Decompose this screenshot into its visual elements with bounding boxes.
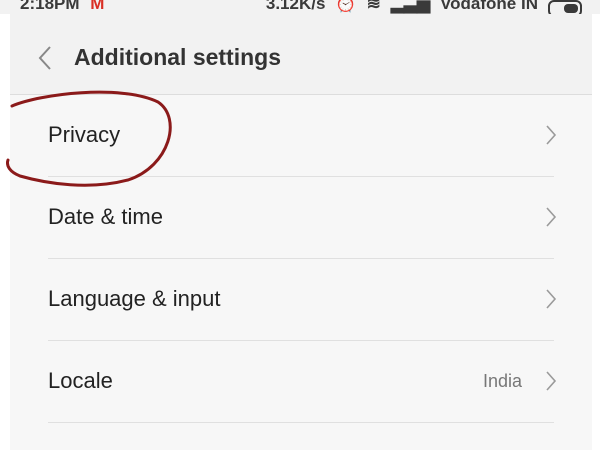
chevron-right-icon	[546, 125, 557, 145]
status-time: 2:18PM	[20, 0, 80, 13]
settings-item-label: Privacy	[48, 122, 121, 147]
wifi-icon: ≋	[366, 0, 381, 13]
settings-item-language-input[interactable]: Language & input	[10, 259, 592, 341]
network-speed: 3.12K/s	[265, 0, 326, 13]
divider	[48, 422, 554, 423]
settings-item-label: Locale	[48, 368, 113, 393]
carrier-name: Vodafone IN	[440, 0, 538, 13]
settings-item-label: Language & input	[48, 286, 221, 311]
battery-icon	[548, 0, 582, 14]
settings-item-label: Date & time	[48, 204, 163, 229]
signal-icon: ▂▃▅	[390, 0, 431, 13]
back-button[interactable]	[32, 40, 60, 76]
chevron-right-icon	[546, 371, 557, 391]
header: Additional settings	[10, 14, 592, 95]
chevron-right-icon	[546, 289, 557, 309]
chevron-right-icon	[546, 207, 557, 227]
settings-item-locale[interactable]: Locale India	[10, 341, 592, 423]
chevron-left-icon	[38, 46, 51, 70]
page-title: Additional settings	[74, 44, 281, 70]
alarm-off-icon: ⏰	[335, 0, 357, 13]
settings-item-date-time[interactable]: Date & time	[10, 177, 592, 259]
settings-screen: Additional settings Privacy Date & time …	[10, 14, 592, 450]
gmail-icon: M	[90, 0, 105, 13]
settings-item-privacy[interactable]: Privacy	[10, 95, 592, 177]
status-bar: 2:18PM M 3.12K/s ⏰ ≋ ▂▃▅ Vodafone IN	[0, 0, 600, 14]
settings-item-value: India	[482, 371, 522, 391]
